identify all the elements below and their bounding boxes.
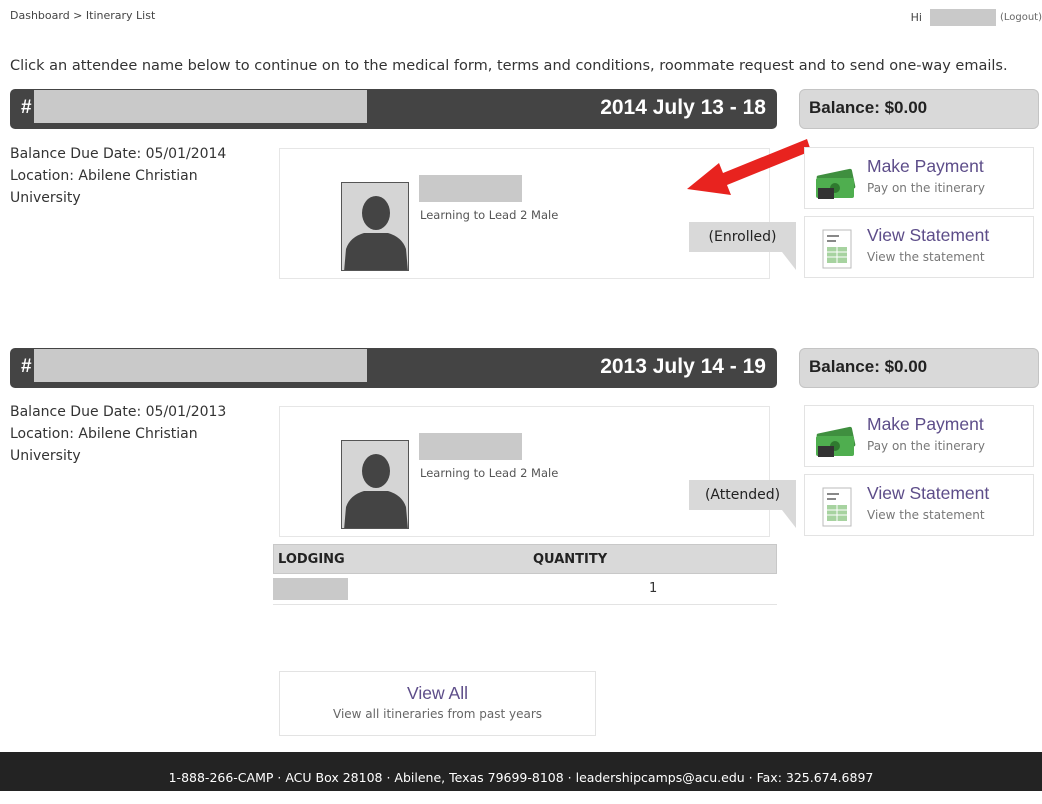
lodging-quantity: 1 xyxy=(649,581,658,596)
make-payment-title: Make Payment xyxy=(867,156,984,176)
statement-icon xyxy=(822,229,852,269)
lodging-table-header: LODGING QUANTITY xyxy=(273,544,777,574)
view-all-subtitle: View all itineraries from past years xyxy=(333,707,542,721)
redacted-itinerary-name xyxy=(34,349,367,382)
lodging-column-header: LODGING xyxy=(278,552,345,567)
redacted-attendee-name[interactable] xyxy=(419,433,522,460)
table-row: 1 xyxy=(273,575,777,605)
statement-icon xyxy=(822,487,852,527)
balance-due-date: Balance Due Date: 05/01/2014 xyxy=(10,146,227,162)
location: Location: Abilene Christian University xyxy=(10,426,198,464)
itinerary-header: # 2013 July 14 - 19 xyxy=(10,348,777,388)
itinerary-hash: # xyxy=(21,97,32,118)
make-payment-button[interactable]: Make Payment Pay on the itinerary xyxy=(804,405,1034,467)
redacted-lodging-name xyxy=(273,578,348,600)
view-all-button[interactable]: View All View all itineraries from past … xyxy=(279,671,596,736)
location: Location: Abilene Christian University xyxy=(10,168,198,206)
view-statement-button[interactable]: View Statement View the statement xyxy=(804,216,1034,278)
view-statement-title: View Statement xyxy=(867,483,990,503)
greeting-text: Hi xyxy=(910,11,922,24)
balance-due-date: Balance Due Date: 05/01/2013 xyxy=(10,404,227,420)
status-tag-tail xyxy=(782,510,796,528)
red-arrow-icon xyxy=(687,139,810,195)
make-payment-title: Make Payment xyxy=(867,414,984,434)
status-tag-tail xyxy=(782,252,796,270)
view-statement-subtitle: View the statement xyxy=(867,250,985,264)
make-payment-subtitle: Pay on the itinerary xyxy=(867,181,985,195)
redacted-username xyxy=(929,9,996,26)
intro-text: Click an attendee name below to continue… xyxy=(10,58,1008,74)
itinerary-date-range: 2014 July 13 - 18 xyxy=(600,96,766,119)
money-icon xyxy=(816,426,856,457)
logout-link[interactable]: (Logout) xyxy=(1000,12,1042,23)
balance-box: Balance: $0.00 xyxy=(799,89,1039,129)
attendee-program: Learning to Lead 2 Male xyxy=(420,208,559,222)
balance-box: Balance: $0.00 xyxy=(799,348,1039,388)
user-greeting: Hi (Logout) xyxy=(911,9,1042,26)
redacted-itinerary-name xyxy=(34,90,367,123)
make-payment-subtitle: Pay on the itinerary xyxy=(867,439,985,453)
redacted-attendee-name[interactable] xyxy=(419,175,522,202)
itinerary-meta: Balance Due Date: 05/01/2014 Location: A… xyxy=(10,143,250,209)
itinerary-header: # 2014 July 13 - 18 xyxy=(10,89,777,129)
quantity-column-header: QUANTITY xyxy=(533,552,608,567)
footer: 1-888-266-CAMP · ACU Box 28108 · Abilene… xyxy=(0,752,1042,791)
avatar-placeholder-icon xyxy=(341,440,409,529)
money-icon xyxy=(816,168,856,199)
status-tag: (Attended) xyxy=(689,480,796,510)
view-statement-button[interactable]: View Statement View the statement xyxy=(804,474,1034,536)
view-statement-subtitle: View the statement xyxy=(867,508,985,522)
view-all-title: View All xyxy=(407,683,468,703)
make-payment-button[interactable]: Make Payment Pay on the itinerary xyxy=(804,147,1034,209)
attendee-program: Learning to Lead 2 Male xyxy=(420,466,559,480)
breadcrumb: Dashboard > Itinerary List xyxy=(10,9,155,22)
itinerary-date-range: 2013 July 14 - 19 xyxy=(600,355,766,378)
view-statement-title: View Statement xyxy=(867,225,990,245)
breadcrumb-dashboard-link[interactable]: Dashboard xyxy=(10,9,70,22)
avatar-placeholder-icon xyxy=(341,182,409,271)
breadcrumb-current: Itinerary List xyxy=(85,9,156,22)
attendee-card: Learning to Lead 2 Male xyxy=(279,406,770,537)
itinerary-hash: # xyxy=(21,356,32,377)
breadcrumb-separator: > xyxy=(69,9,86,22)
itinerary-meta: Balance Due Date: 05/01/2013 Location: A… xyxy=(10,401,250,467)
status-tag: (Enrolled) xyxy=(689,222,796,252)
